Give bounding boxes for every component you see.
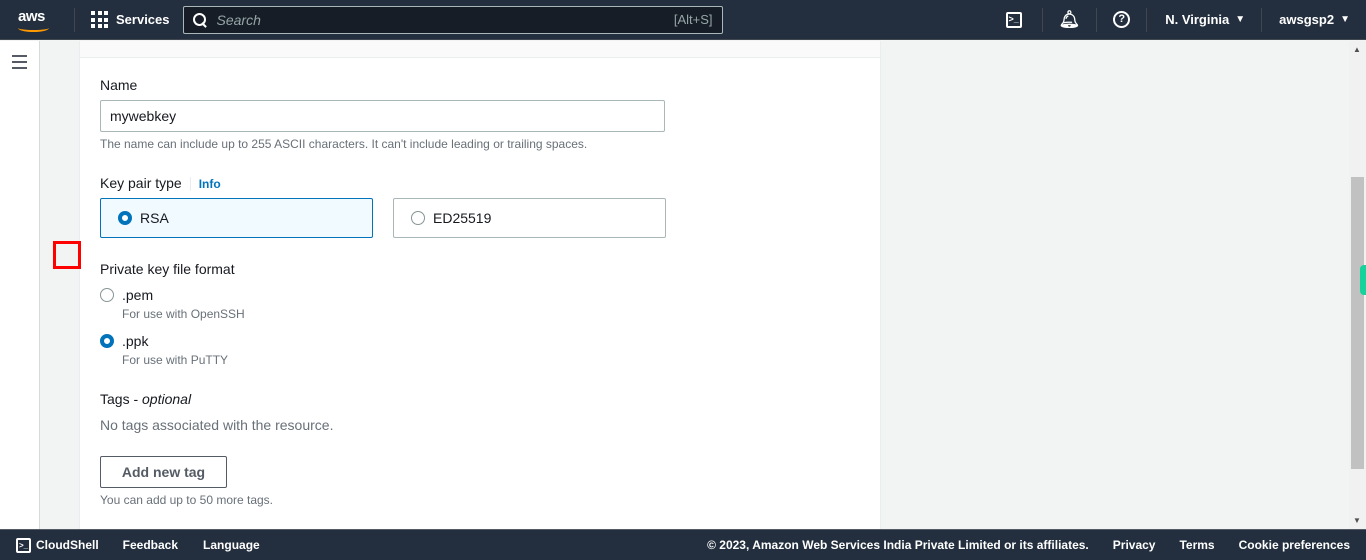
divider xyxy=(74,7,75,32)
scroll-up-arrow-icon[interactable]: ▲ xyxy=(1353,45,1361,54)
region-selector[interactable]: N. Virginia ▼ xyxy=(1147,0,1261,40)
name-label: Name xyxy=(100,77,138,93)
cloudshell-icon: >_ xyxy=(1005,11,1022,28)
format-ppk-option[interactable]: .ppk xyxy=(100,333,148,349)
nav-right-group: >_ 🔔︎ ? N. Virginia ▼ awsgsp2 ▼ xyxy=(986,0,1366,40)
format-ppk-description: For use with PuTTY xyxy=(122,353,229,367)
scroll-down-arrow-icon[interactable]: ▼ xyxy=(1353,516,1361,525)
name-input[interactable] xyxy=(100,100,665,132)
terms-link[interactable]: Terms xyxy=(1179,538,1214,552)
search-input[interactable] xyxy=(216,11,674,28)
info-link[interactable]: Info xyxy=(189,177,221,191)
tags-heading: Tags - optional xyxy=(100,391,191,407)
search-icon xyxy=(192,12,207,27)
key-type-rsa-label: RSA xyxy=(140,210,169,226)
help-button[interactable]: ? xyxy=(1097,0,1146,40)
search-shortcut-hint: [Alt+S] xyxy=(673,12,713,27)
format-pem-description: For use with OpenSSH xyxy=(122,307,245,321)
notifications-button[interactable]: 🔔︎ xyxy=(1043,0,1097,40)
account-menu[interactable]: awsgsp2 ▼ xyxy=(1262,0,1366,40)
aws-smile-icon xyxy=(18,24,49,32)
key-type-rsa-tile[interactable]: RSA xyxy=(100,198,373,238)
footer-language-link[interactable]: Language xyxy=(203,538,260,552)
caret-down-icon: ▼ xyxy=(1340,14,1350,25)
copyright-text: © 2023, Amazon Web Services India Privat… xyxy=(707,538,1089,552)
footer-cloudshell-link[interactable]: >_ CloudShell xyxy=(16,537,99,553)
caret-down-icon: ▼ xyxy=(1235,14,1246,25)
scrollbar-thumb[interactable] xyxy=(1351,177,1364,469)
feedback-label: Feedback xyxy=(122,538,179,552)
services-label: Services xyxy=(116,12,170,27)
add-new-tag-button[interactable]: Add new tag xyxy=(100,456,227,488)
key-type-ed25519-label: ED25519 xyxy=(433,210,492,226)
tags-label: Tags - xyxy=(100,391,143,407)
menu-hamburger-icon[interactable] xyxy=(12,55,27,73)
top-navigation: aws Services [Alt+S] >_ 🔔︎ ? N. Virginia… xyxy=(0,0,1366,40)
footer-right-group: © 2023, Amazon Web Services India Privat… xyxy=(683,538,1350,552)
side-navigation-rail xyxy=(0,41,40,529)
aws-logo[interactable]: aws xyxy=(17,5,65,35)
radio-checked-icon[interactable] xyxy=(118,211,132,225)
highlight-marker xyxy=(53,241,81,269)
cloudshell-icon: >_ xyxy=(16,537,31,553)
name-hint: The name can include up to 255 ASCII cha… xyxy=(100,137,588,151)
key-type-ed25519-tile[interactable]: ED25519 xyxy=(393,198,666,238)
radio-unchecked-icon[interactable] xyxy=(100,288,114,302)
format-pem-option[interactable]: .pem xyxy=(100,287,153,303)
radio-checked-icon[interactable] xyxy=(100,334,114,348)
tags-optional-label: optional xyxy=(142,391,192,407)
console-footer: >_ CloudShell Feedback Language © 2023, … xyxy=(0,529,1366,560)
account-label: awsgsp2 xyxy=(1279,12,1335,27)
file-format-label: Private key file format xyxy=(100,261,235,277)
aws-logo-text: aws xyxy=(18,7,45,25)
region-label: N. Virginia xyxy=(1165,12,1230,27)
format-pem-label: .pem xyxy=(122,287,154,303)
panel-header-strip xyxy=(80,41,880,58)
cloudshell-label: CloudShell xyxy=(36,538,99,552)
tags-empty-message: No tags associated with the resource. xyxy=(100,417,334,433)
services-menu-button[interactable]: Services xyxy=(91,11,170,28)
tags-hint: You can add up to 50 more tags. xyxy=(100,493,274,507)
cookie-preferences-link[interactable]: Cookie preferences xyxy=(1239,538,1350,552)
side-panel-handle[interactable] xyxy=(1360,265,1366,295)
footer-feedback-link[interactable]: Feedback xyxy=(123,538,178,552)
cloudshell-button[interactable]: >_ xyxy=(986,0,1042,40)
language-label: Language xyxy=(203,538,260,552)
format-ppk-label: .ppk xyxy=(122,333,149,349)
notifications-bell-icon: 🔔︎ xyxy=(1058,9,1081,29)
help-icon: ? xyxy=(1113,11,1131,28)
privacy-link[interactable]: Privacy xyxy=(1113,538,1156,552)
search-bar[interactable]: [Alt+S] xyxy=(182,5,723,34)
key-pair-form-panel: Name The name can include up to 255 ASCI… xyxy=(79,41,881,529)
radio-unchecked-icon[interactable] xyxy=(411,211,425,225)
key-pair-type-label: Key pair type xyxy=(100,175,182,191)
grid-icon xyxy=(91,11,108,28)
key-pair-type-heading: Key pair type Info xyxy=(100,175,221,191)
